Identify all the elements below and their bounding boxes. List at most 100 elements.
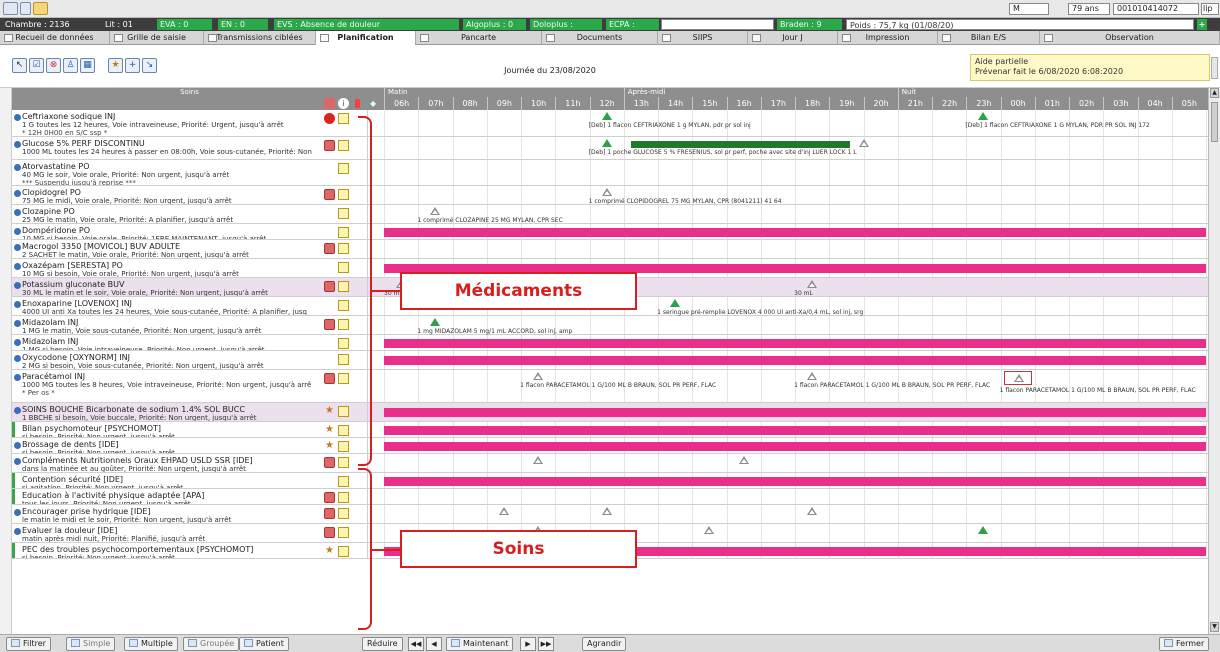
scroll-up-icon[interactable]: ▲ [1210, 88, 1219, 98]
timeline-cell[interactable] [384, 438, 1207, 453]
medication-row[interactable]: Clopidogrel PO 75 MG le midi, Voie orale,… [12, 186, 1208, 205]
medication-row[interactable]: Dompéridone PO 10 MG si besoin, Voie oral… [12, 224, 1208, 240]
stop-icon[interactable]: ⊗ [46, 58, 61, 73]
stop-icon[interactable] [324, 113, 335, 124]
star-icon[interactable]: ★ [324, 441, 335, 452]
row-label[interactable]: Clozapine PO 25 MG le matin, Voie orale, … [12, 205, 322, 223]
tab-8[interactable]: Impression [838, 31, 938, 45]
row-label[interactable]: Midazolam INJ 1 MG le matin, Voie sous-cu… [12, 316, 322, 334]
grouped-view-button[interactable]: Groupée [183, 637, 240, 651]
timeline-cell[interactable] [384, 403, 1207, 421]
app-menu-icon[interactable] [3, 2, 18, 15]
note-icon[interactable] [338, 281, 349, 292]
first-page-icon[interactable]: ◀◀ [408, 637, 424, 651]
filter-button[interactable]: Filtrer [6, 637, 51, 651]
enlarge-button[interactable]: Agrandir [582, 637, 627, 651]
row-label[interactable]: PEC des troubles psychocomportementaux [… [12, 543, 322, 558]
administered-dose-icon[interactable] [978, 112, 989, 120]
infusion-bar[interactable] [630, 141, 850, 148]
timeline-cell[interactable]: 1 comprimé CLOZAPINE 25 MG MYLAN, CPR SE… [384, 205, 1207, 224]
medication-row[interactable]: Midazolam INJ 1 MG le matin, Voie sous-cu… [12, 316, 1208, 335]
return-icon[interactable]: ↘ [142, 58, 157, 73]
star-icon[interactable]: ★ [324, 546, 335, 557]
timeline-cell[interactable]: 1 flacon PARACETAMOL 1 G/100 ML B BRAUN,… [384, 370, 1207, 402]
medication-row[interactable]: Compléments Nutritionnels Oraux EHPAD US… [12, 454, 1208, 473]
note-icon[interactable] [338, 189, 349, 200]
alert-icon[interactable] [324, 373, 335, 384]
bus-icon[interactable]: ▦ [80, 58, 95, 73]
row-label[interactable]: Atorvastatine PO 40 MG le soir, Voie oral… [12, 160, 322, 185]
row-label[interactable]: Midazolam INJ 1 MG si besoin, Voie intrav… [12, 335, 322, 350]
row-label[interactable]: Evaluer la douleur [IDE] matin après midi… [12, 524, 322, 542]
medication-row[interactable]: Macrogol 3350 [MOVICOL] BUV ADULTE 2 SACH… [12, 240, 1208, 259]
as-needed-band[interactable] [384, 338, 1206, 348]
note-icon[interactable] [338, 476, 349, 487]
star-icon[interactable]: ★ [324, 406, 335, 417]
alert-icon[interactable] [324, 140, 335, 151]
alert-icon[interactable] [324, 457, 335, 468]
note-icon[interactable] [338, 140, 349, 151]
row-label[interactable]: Clopidogrel PO 75 MG le midi, Voie orale,… [12, 186, 322, 204]
medication-row[interactable]: Paracétamol INJ 1000 MG toutes les 8 heur… [12, 370, 1208, 403]
scroll-thumb[interactable] [1211, 102, 1218, 142]
note-icon[interactable] [338, 508, 349, 519]
row-label[interactable]: Potassium gluconate BUV 30 ML le matin et… [12, 278, 322, 296]
planned-dose-icon[interactable] [704, 526, 715, 534]
medication-row[interactable]: Brossage de dents [IDE] si besoin, Priori… [12, 438, 1208, 454]
alert-icon[interactable] [324, 243, 335, 254]
planned-dose-icon[interactable] [738, 456, 749, 464]
simple-view-button[interactable]: Simple [66, 637, 116, 651]
planned-dose-icon[interactable] [601, 507, 612, 515]
now-button[interactable]: Maintenant [446, 637, 514, 651]
planned-dose-icon[interactable] [430, 207, 441, 215]
tab-7[interactable]: Jour J [748, 31, 838, 45]
tab-5[interactable]: Documents [542, 31, 658, 45]
care-row[interactable]: Contention sécurité [IDE] si agitation, P… [12, 473, 1208, 489]
medication-row[interactable]: Midazolam INJ 1 MG si besoin, Voie intrav… [12, 335, 1208, 351]
timeline-cell[interactable]: 1 comprimé CLOPIDOGREL 75 MG MYLAN, CPR … [384, 186, 1207, 205]
timeline-cell[interactable] [384, 473, 1207, 488]
patient-view-button[interactable]: Patient [239, 637, 289, 651]
note-icon[interactable] [338, 113, 349, 124]
tab-2[interactable]: Transmissions ciblées [204, 31, 316, 45]
row-label[interactable]: Dompéridone PO 10 MG si besoin, Voie oral… [12, 224, 322, 239]
previous-icon[interactable]: ◀ [426, 637, 442, 651]
note-icon[interactable] [338, 527, 349, 538]
medication-row[interactable]: Atorvastatine PO 40 MG le soir, Voie oral… [12, 160, 1208, 186]
as-needed-band[interactable] [384, 425, 1206, 435]
row-label[interactable]: Ceftriaxone sodique INJ 1 G toutes les 12… [12, 110, 322, 136]
alert-icon[interactable] [324, 189, 335, 200]
timeline-cell[interactable] [384, 489, 1207, 504]
care-row[interactable]: Education à l'activité physique adaptée … [12, 489, 1208, 505]
current-dose-box[interactable] [1003, 371, 1032, 385]
row-label[interactable]: Encourager prise hydrique [IDE] le matin … [12, 505, 322, 523]
row-label[interactable]: Paracétamol INJ 1000 MG toutes les 8 heur… [12, 370, 322, 402]
note-icon[interactable] [338, 262, 349, 273]
administered-dose-icon[interactable] [978, 526, 989, 534]
administered-dose-icon[interactable] [601, 112, 612, 120]
timeline-cell[interactable] [384, 335, 1207, 350]
administered-dose-icon[interactable] [430, 318, 441, 326]
planned-dose-icon[interactable] [601, 188, 612, 196]
row-label[interactable]: Brossage de dents [IDE] si besoin, Priori… [12, 438, 322, 453]
person-icon[interactable]: ♙ [63, 58, 78, 73]
row-label[interactable]: SOINS BOUCHE Bicarbonate de sodium 1.4% … [12, 403, 322, 421]
timeline-cell[interactable]: [Deb] 1 poche GLUCOSE 5 % FRESENIUS, sol… [384, 137, 1207, 159]
row-label[interactable]: Macrogol 3350 [MOVICOL] BUV ADULTE 2 SACH… [12, 240, 322, 258]
tab-4[interactable]: Pancarte [416, 31, 542, 45]
timeline-cell[interactable] [384, 240, 1207, 258]
tab-9[interactable]: Bilan E/S [938, 31, 1040, 45]
as-needed-band[interactable] [384, 441, 1206, 451]
cursor-icon[interactable]: ↖ [12, 58, 27, 73]
tab-3[interactable]: Planification [316, 31, 416, 45]
next-icon[interactable]: ▶ [520, 637, 536, 651]
note-icon[interactable] [338, 406, 349, 417]
planned-dose-icon[interactable] [498, 507, 509, 515]
row-label[interactable]: Oxazépam [SERESTA] PO 10 MG si besoin, Vo… [12, 259, 322, 277]
alert-icon[interactable] [324, 281, 335, 292]
note-icon[interactable] [338, 208, 349, 219]
row-label[interactable]: Education à l'activité physique adaptée … [12, 489, 322, 504]
medication-row[interactable]: Ceftriaxone sodique INJ 1 G toutes les 12… [12, 110, 1208, 137]
alert-icon[interactable] [324, 527, 335, 538]
timeline-cell[interactable] [384, 224, 1207, 239]
